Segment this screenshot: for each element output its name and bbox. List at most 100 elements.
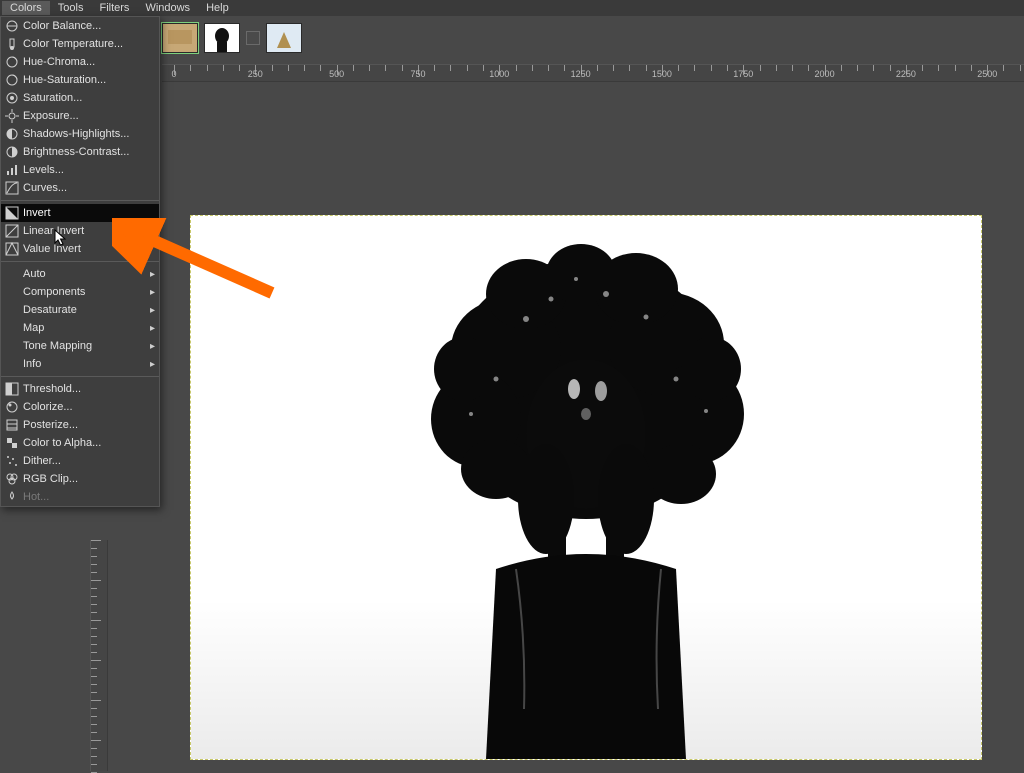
blank-icon: [5, 285, 19, 299]
shadow-icon: [5, 127, 19, 141]
rgb-icon: [5, 472, 19, 486]
menu-item-label: Info: [23, 358, 145, 370]
levels-icon: [5, 163, 19, 177]
menu-item-color-temperature[interactable]: Color Temperature...: [1, 35, 159, 53]
ruler-horizontal: 02505007501000125015001750200022502500: [162, 64, 1024, 82]
menu-item-linear-invert[interactable]: Linear Invert: [1, 222, 159, 240]
menu-item-colorize[interactable]: Colorize...: [1, 398, 159, 416]
ruler-vertical: [90, 540, 108, 771]
menu-item-label: Threshold...: [23, 383, 155, 395]
invert-icon: [5, 206, 19, 220]
menu-item-dither[interactable]: Dither...: [1, 452, 159, 470]
temp-icon: [5, 37, 19, 51]
hot-icon: [5, 490, 19, 504]
menu-item-label: Shadows-Highlights...: [23, 128, 155, 140]
colorize-icon: [5, 400, 19, 414]
menu-item-label: Saturation...: [23, 92, 155, 104]
menu-item-label: Brightness-Contrast...: [23, 146, 155, 158]
menu-separator: [1, 376, 159, 377]
menu-item-label: Invert: [23, 207, 155, 219]
ruler-tick-label: 750: [410, 69, 425, 79]
menu-item-posterize[interactable]: Posterize...: [1, 416, 159, 434]
menu-item-tone-mapping[interactable]: Tone Mapping▸: [1, 337, 159, 355]
menu-item-label: Components: [23, 286, 145, 298]
menu-item-label: Dither...: [23, 455, 155, 467]
menu-separator: [1, 200, 159, 201]
menu-item-label: Hot...: [23, 491, 155, 503]
ruler-tick-label: 1500: [652, 69, 672, 79]
menu-item-label: Curves...: [23, 182, 155, 194]
ruler-tick-label: 250: [248, 69, 263, 79]
submenu-arrow-icon: ▸: [145, 305, 155, 316]
menu-item-label: RGB Clip...: [23, 473, 155, 485]
menu-item-rgb-clip[interactable]: RGB Clip...: [1, 470, 159, 488]
submenu-arrow-icon: ▸: [145, 359, 155, 370]
menu-item-invert[interactable]: Invert: [1, 204, 159, 222]
menu-tools[interactable]: Tools: [50, 1, 92, 15]
menu-item-info[interactable]: Info▸: [1, 355, 159, 373]
menu-item-label: Color to Alpha...: [23, 437, 155, 449]
menu-filters[interactable]: Filters: [91, 1, 137, 15]
menu-item-hot: Hot...: [1, 488, 159, 506]
menu-item-threshold[interactable]: Threshold...: [1, 380, 159, 398]
submenu-arrow-icon: ▸: [145, 323, 155, 334]
poster-icon: [5, 418, 19, 432]
menu-item-label: Auto: [23, 268, 145, 280]
menu-item-brightness-contrast[interactable]: Brightness-Contrast...: [1, 143, 159, 161]
menu-item-label: Levels...: [23, 164, 155, 176]
menu-windows[interactable]: Windows: [137, 1, 198, 15]
blank-icon: [5, 339, 19, 353]
linvert-icon: [5, 224, 19, 238]
menu-item-map[interactable]: Map▸: [1, 319, 159, 337]
menu-item-label: Hue-Saturation...: [23, 74, 155, 86]
menu-separator: [1, 261, 159, 262]
menu-help[interactable]: Help: [198, 1, 237, 15]
document-thumb-3[interactable]: [266, 23, 302, 53]
menu-item-curves[interactable]: Curves...: [1, 179, 159, 197]
menu-item-label: Color Temperature...: [23, 38, 155, 50]
ruler-tick-label: 2500: [977, 69, 997, 79]
document-thumb-2[interactable]: [204, 23, 240, 53]
menubar: ColorsToolsFiltersWindowsHelp: [0, 0, 1024, 16]
menu-item-hue-chroma[interactable]: Hue-Chroma...: [1, 53, 159, 71]
colors-menu-dropdown: Color Balance... Color Temperature... Hue-…: [0, 16, 160, 507]
menu-item-desaturate[interactable]: Desaturate▸: [1, 301, 159, 319]
ruler-tick-label: 1000: [489, 69, 509, 79]
menu-item-components[interactable]: Components▸: [1, 283, 159, 301]
menu-item-exposure[interactable]: Exposure...: [1, 107, 159, 125]
ruler-tick-label: 2250: [896, 69, 916, 79]
menu-colors[interactable]: Colors: [2, 1, 50, 15]
blank-icon: [5, 357, 19, 371]
blank-icon: [5, 303, 19, 317]
menu-item-label: Map: [23, 322, 145, 334]
menu-item-color-to-alpha[interactable]: Color to Alpha...: [1, 434, 159, 452]
menu-item-label: Value Invert: [23, 243, 155, 255]
submenu-arrow-icon: ▸: [145, 287, 155, 298]
menu-item-value-invert[interactable]: Value Invert: [1, 240, 159, 258]
dither-icon: [5, 454, 19, 468]
document-thumb-spacer: [246, 31, 260, 45]
document-tabs: [162, 18, 302, 58]
menu-item-color-balance[interactable]: Color Balance...: [1, 17, 159, 35]
menu-item-saturation[interactable]: Saturation...: [1, 89, 159, 107]
blank-icon: [5, 321, 19, 335]
expo-icon: [5, 109, 19, 123]
submenu-arrow-icon: ▸: [145, 269, 155, 280]
menu-item-label: Exposure...: [23, 110, 155, 122]
menu-item-shadows-highlights[interactable]: Shadows-Highlights...: [1, 125, 159, 143]
menu-item-label: Desaturate: [23, 304, 145, 316]
canvas[interactable]: [190, 215, 982, 760]
vinvert-icon: [5, 242, 19, 256]
hue-icon: [5, 73, 19, 87]
ruler-tick-label: 2000: [815, 69, 835, 79]
image-content: [376, 239, 796, 759]
sat-icon: [5, 91, 19, 105]
document-thumb-1[interactable]: [162, 23, 198, 53]
menu-item-levels[interactable]: Levels...: [1, 161, 159, 179]
ruler-tick-label: 1750: [733, 69, 753, 79]
menu-item-label: Linear Invert: [23, 225, 155, 237]
menu-item-label: Tone Mapping: [23, 340, 145, 352]
menu-item-auto[interactable]: Auto▸: [1, 265, 159, 283]
bright-icon: [5, 145, 19, 159]
menu-item-hue-saturation[interactable]: Hue-Saturation...: [1, 71, 159, 89]
